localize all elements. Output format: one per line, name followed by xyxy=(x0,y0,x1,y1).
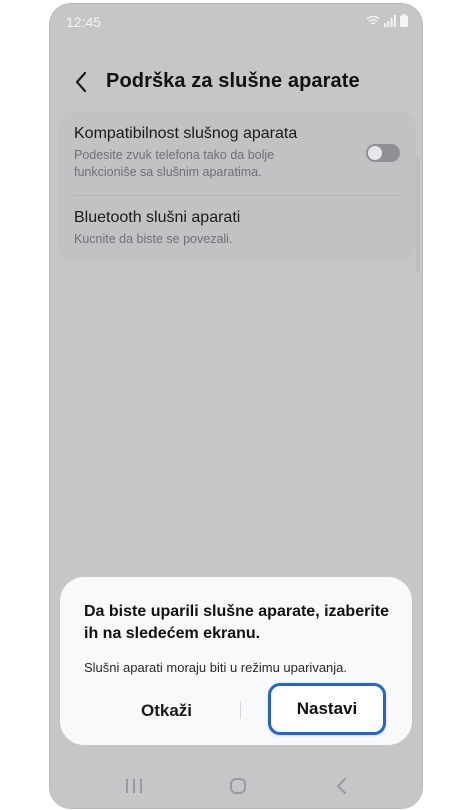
app-header: Podrška za slušne aparate xyxy=(50,60,422,104)
navigation-bar xyxy=(50,768,422,804)
nav-back-button[interactable] xyxy=(328,774,356,798)
setting-description: Kucnite da biste se povezali. xyxy=(74,232,233,246)
cancel-button[interactable]: Otkaži xyxy=(88,689,248,733)
settings-card: Kompatibilnost slušnog aparata Podesite … xyxy=(58,111,416,261)
pairing-dialog: Da biste uparili slušne aparate, izaberi… xyxy=(60,577,412,745)
status-bar: 12:45 xyxy=(50,4,422,38)
back-icon xyxy=(337,778,346,794)
dialog-title: Da biste uparili slušne aparate, izaberi… xyxy=(84,603,389,642)
home-icon xyxy=(230,778,246,794)
scrollbar[interactable] xyxy=(416,157,420,272)
dialog-message: Slušni aparati moraju biti u režimu upar… xyxy=(84,660,348,675)
setting-description-line: Podesite zvuk telefona tako da bolje xyxy=(74,148,275,162)
hearing-aid-compatibility-toggle[interactable] xyxy=(366,144,400,162)
chevron-left-icon xyxy=(75,71,87,93)
back-button[interactable] xyxy=(68,68,96,96)
recents-icon xyxy=(126,779,142,793)
signal-icon xyxy=(384,14,396,27)
setting-description: Podesite zvuk telefona tako da bolje fun… xyxy=(74,147,404,181)
status-time: 12:45 xyxy=(66,14,102,30)
home-button[interactable] xyxy=(224,774,252,798)
phone-screen: 12:45 Podrška za slušne aparate Kompatib… xyxy=(49,3,423,809)
setting-hearing-aid-compatibility[interactable]: Kompatibilnost slušnog aparata Podesite … xyxy=(74,125,404,181)
divider xyxy=(74,195,400,196)
toggle-knob xyxy=(368,146,382,160)
setting-description-line: funkcioniše sa slušnim aparatima. xyxy=(74,165,262,179)
setting-bluetooth-hearing-aids[interactable]: Bluetooth slušni aparati Kucnite da bist… xyxy=(74,209,404,248)
recents-button[interactable] xyxy=(120,774,148,798)
button-divider xyxy=(240,701,241,719)
battery-icon xyxy=(400,14,408,27)
page-title: Podrška za slušne aparate xyxy=(106,70,360,92)
setting-title: Kompatibilnost slušnog aparata xyxy=(74,125,298,142)
setting-title: Bluetooth slušni aparati xyxy=(74,209,241,226)
wifi-icon xyxy=(366,15,380,25)
continue-button[interactable]: Nastavi xyxy=(268,683,386,735)
status-icons xyxy=(366,14,408,27)
dialog-buttons: Otkaži Nastavi xyxy=(60,683,412,735)
